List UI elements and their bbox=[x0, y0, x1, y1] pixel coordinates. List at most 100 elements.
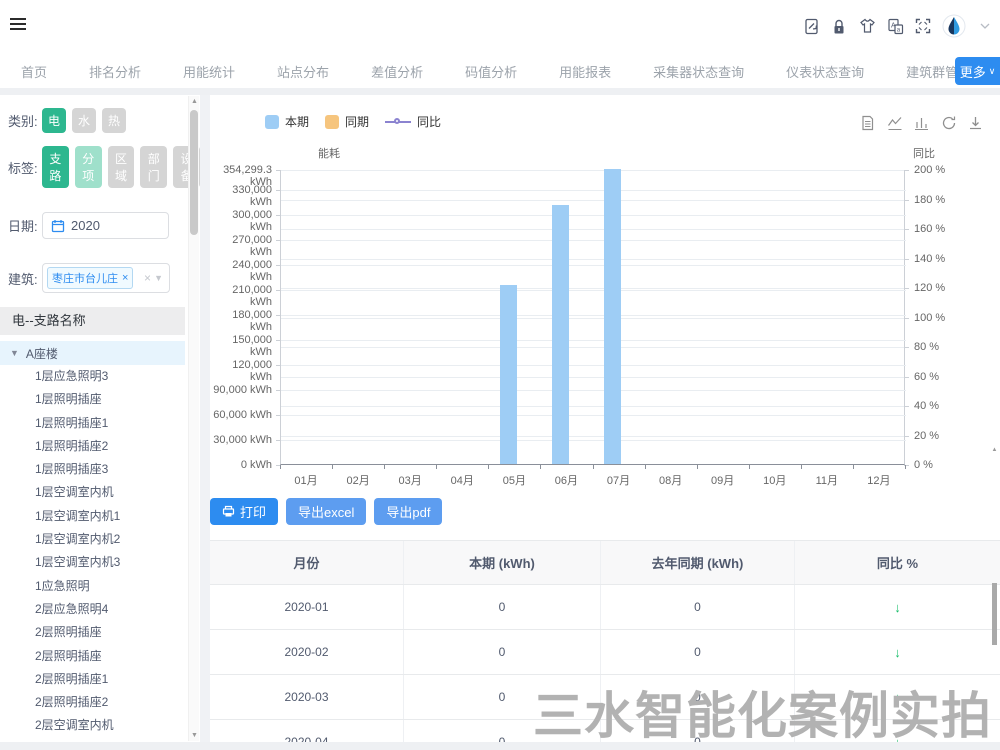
scrollbar-thumb[interactable] bbox=[190, 110, 198, 235]
legend-item[interactable]: 同期 bbox=[325, 113, 369, 130]
tree-item[interactable]: 1应急照明 bbox=[0, 575, 200, 598]
line-chart-icon[interactable] bbox=[887, 115, 903, 131]
tree-item[interactable]: 2层应急照明4 bbox=[0, 598, 200, 621]
chart-plot-area[interactable] bbox=[280, 170, 905, 465]
tab-item[interactable]: 用能统计 bbox=[162, 62, 256, 81]
tree-item[interactable]: 2层照明插座1 bbox=[0, 668, 200, 691]
tree-item[interactable]: 1层照明插座2 bbox=[0, 435, 200, 458]
translate-icon[interactable]: A a bbox=[886, 17, 904, 35]
axis-tick bbox=[276, 340, 281, 341]
table-scrollbar[interactable]: ▲ bbox=[991, 447, 998, 645]
table-row[interactable]: 2020-0200↓ bbox=[210, 630, 1000, 675]
x-axis-tick-label: 07月 bbox=[593, 472, 645, 488]
tab-item[interactable]: 码值分析 bbox=[444, 62, 538, 81]
menu-icon[interactable] bbox=[10, 15, 30, 31]
building-select[interactable]: 枣庄市台儿庄 × × ▼ bbox=[42, 263, 170, 293]
tab-item[interactable]: 首页 bbox=[0, 62, 68, 81]
category-pill[interactable]: 电 bbox=[42, 108, 66, 133]
more-button[interactable]: 更多∨ bbox=[955, 57, 1000, 85]
date-label: 日期: bbox=[8, 216, 42, 235]
tab-item[interactable]: 站点分布 bbox=[256, 62, 350, 81]
tree-item[interactable]: 1层空调室内机2 bbox=[0, 528, 200, 551]
tag-pill[interactable]: 支路 bbox=[42, 146, 69, 188]
x-axis-tick-label: 01月 bbox=[280, 472, 332, 488]
category-pill[interactable]: 水 bbox=[72, 108, 96, 133]
tree-root-node[interactable]: ▼ A座楼 bbox=[0, 341, 185, 365]
cell-month: 2020-02 bbox=[210, 630, 404, 674]
scroll-up-icon[interactable]: ▲ bbox=[991, 447, 998, 453]
tag-pill[interactable]: 区域 bbox=[108, 146, 135, 188]
legend-item[interactable]: 同比 bbox=[385, 113, 441, 130]
gridline bbox=[281, 190, 906, 191]
tree-item[interactable]: 1层空调室内机3 bbox=[0, 551, 200, 574]
select-caret-icon[interactable]: ▼ bbox=[154, 273, 163, 283]
tab-item[interactable]: 排名分析 bbox=[68, 62, 162, 81]
x-axis-tick bbox=[540, 465, 541, 469]
lock-icon[interactable] bbox=[830, 17, 848, 35]
tag-pill[interactable]: 分项 bbox=[75, 146, 102, 188]
x-axis-tick-label: 12月 bbox=[853, 472, 905, 488]
axis-tick bbox=[276, 170, 281, 171]
scroll-down-icon[interactable]: ▼ bbox=[189, 732, 200, 739]
tree-item[interactable]: 1层空调室内机 bbox=[0, 481, 200, 504]
chevron-down-icon[interactable] bbox=[976, 17, 994, 35]
gridline bbox=[281, 390, 906, 391]
category-pill[interactable]: 热 bbox=[102, 108, 126, 133]
tree-item[interactable]: 2层空调室内机 bbox=[0, 714, 200, 737]
select-clear-icon[interactable]: × bbox=[144, 271, 151, 285]
date-input[interactable]: 2020 bbox=[42, 212, 169, 239]
tree-item[interactable]: 2层照明插座 bbox=[0, 621, 200, 644]
x-axis-tick bbox=[853, 465, 854, 469]
export-excel-button[interactable]: 导出excel bbox=[286, 498, 366, 525]
right-axis-title: 同比 bbox=[913, 145, 935, 161]
tree-item[interactable]: 1层照明插座3 bbox=[0, 458, 200, 481]
tree-item[interactable]: 2层照明插座 bbox=[0, 645, 200, 668]
axis-tick bbox=[904, 377, 909, 378]
building-label: 建筑: bbox=[8, 269, 42, 288]
gridline bbox=[281, 290, 906, 291]
bar-本期[interactable] bbox=[500, 285, 517, 464]
bar-本期[interactable] bbox=[552, 205, 569, 464]
tab-item[interactable]: 用能报表 bbox=[538, 62, 632, 81]
tag-pill[interactable]: 部门 bbox=[140, 146, 167, 188]
gridline bbox=[281, 265, 906, 266]
bar-chart-icon[interactable] bbox=[914, 115, 930, 131]
tree-item[interactable]: 2层照明插座2 bbox=[0, 691, 200, 714]
tree-item[interactable]: 1层照明插座1 bbox=[0, 412, 200, 435]
legend-item[interactable]: 本期 bbox=[265, 113, 309, 130]
note-icon[interactable] bbox=[802, 17, 820, 35]
export-pdf-button[interactable]: 导出pdf bbox=[374, 498, 442, 525]
print-button[interactable]: 打印 bbox=[210, 498, 278, 525]
cell-last-year: 0 bbox=[601, 585, 795, 629]
left-axis-tick-label: 240,000 kWh bbox=[210, 259, 272, 283]
tab-item[interactable]: 采集器状态查询 bbox=[632, 62, 765, 81]
save-image-icon[interactable] bbox=[968, 115, 984, 131]
restore-icon[interactable] bbox=[941, 115, 957, 131]
fullscreen-icon[interactable] bbox=[914, 17, 932, 35]
tag-close-icon[interactable]: × bbox=[122, 272, 128, 284]
axis-tick bbox=[904, 288, 909, 289]
x-axis-tick bbox=[280, 465, 281, 469]
axis-tick bbox=[276, 440, 281, 441]
theme-icon[interactable] bbox=[858, 17, 876, 35]
tree-item[interactable]: 1层应急照明3 bbox=[0, 365, 200, 388]
bottom-scrollbar-track[interactable] bbox=[0, 742, 1000, 750]
scroll-up-icon[interactable]: ▲ bbox=[189, 98, 200, 105]
sidebar-scrollbar[interactable]: ▲ ▼ bbox=[188, 96, 199, 741]
trend-down-icon: ↓ bbox=[894, 645, 901, 660]
gridline bbox=[281, 259, 906, 260]
left-axis-tick-label: 0 kWh bbox=[210, 459, 272, 471]
svg-text:A: A bbox=[891, 22, 896, 29]
gridline bbox=[281, 318, 906, 319]
tab-item[interactable]: 仪表状态查询 bbox=[765, 62, 885, 81]
bar-本期[interactable] bbox=[604, 169, 621, 464]
caret-down-icon[interactable]: ▼ bbox=[10, 348, 19, 358]
table-row[interactable]: 2020-0100↓ bbox=[210, 585, 1000, 630]
tree-item[interactable]: 1层空调室内机1 bbox=[0, 505, 200, 528]
tree-item[interactable]: 1层照明插座 bbox=[0, 388, 200, 411]
tab-item[interactable]: 差值分析 bbox=[350, 62, 444, 81]
axis-tick bbox=[276, 365, 281, 366]
data-view-icon[interactable] bbox=[860, 115, 876, 131]
table-scrollbar-thumb[interactable] bbox=[992, 583, 997, 645]
axis-tick bbox=[276, 265, 281, 266]
